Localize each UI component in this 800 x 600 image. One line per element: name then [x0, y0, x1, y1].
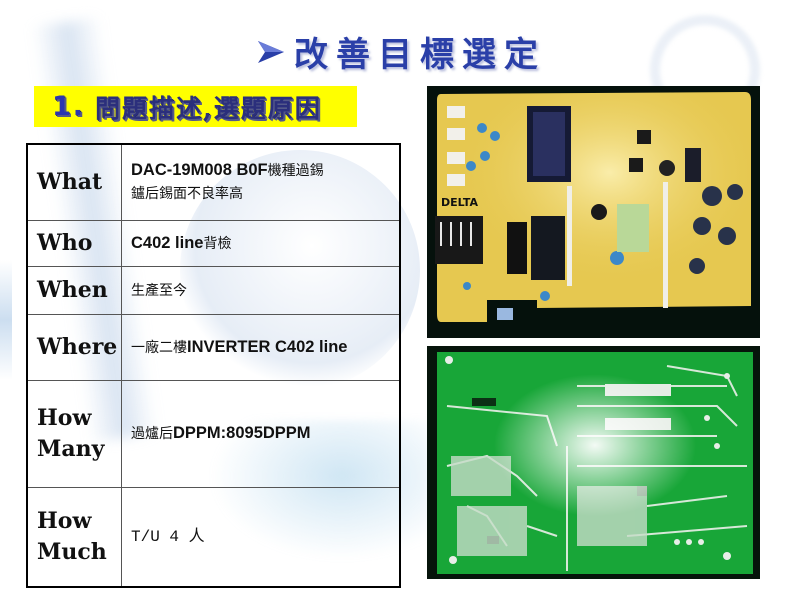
row-value: C402 line背檢 [121, 219, 401, 267]
table-row-when: When 生產至今 [26, 265, 401, 315]
value-text: 機種過錫 [267, 163, 324, 180]
table-row-who: Who C402 line背檢 [26, 219, 401, 267]
row-label: When [26, 265, 122, 315]
row-value: 一廠二樓INVERTER C402 line [121, 313, 401, 381]
row-value: 過爐后DPPM:8095DPPM [121, 379, 401, 488]
pcb-solder-side-photo [427, 346, 760, 579]
problem-description-table: What DAC-19M008 B0F機種過錫 鑪后錫面不良率高 Who C402 li… [26, 143, 401, 588]
value-text: INVERTER C402 line [187, 337, 348, 356]
table-row-how-many: How Many 過爐后DPPM:8095DPPM [26, 379, 401, 488]
table-row-where: Where 一廠二樓INVERTER C402 line [26, 313, 401, 381]
arrow-bullet-icon [256, 36, 286, 66]
row-label: How Much [26, 486, 122, 588]
background-edge-stripe [0, 260, 12, 380]
section-heading: 問題描述,選題原因 [95, 93, 322, 123]
value-text: 生產至今 [131, 282, 187, 299]
row-label: How Many [26, 379, 122, 488]
table-row-what: What DAC-19M008 B0F機種過錫 鑪后錫面不良率高 [26, 143, 401, 221]
value-text: T/U 4 人 [131, 528, 205, 547]
row-label: Where [26, 313, 122, 381]
table-row-how-much: How Much T/U 4 人 [26, 486, 401, 588]
section-banner: 1. 問題描述,選題原因 [34, 86, 357, 127]
row-value: DAC-19M008 B0F機種過錫鑪后錫面不良率高 [121, 143, 401, 221]
value-text: 一廠二樓 [131, 339, 187, 356]
value-text: 背檢 [203, 235, 232, 252]
value-text: DAC-19M008 B0F [131, 161, 268, 180]
row-value: T/U 4 人 [121, 486, 401, 588]
slide-title-text: 改善目標選定 [294, 34, 546, 75]
value-text: C402 line [131, 233, 204, 252]
pcb-brand-label: DELTA [441, 196, 478, 209]
row-value: 生產至今 [121, 265, 401, 315]
value-text: DPPM:8095DPPM [173, 424, 311, 442]
row-label: What [26, 143, 122, 221]
pcb-component-side-photo: DELTA [427, 86, 760, 338]
slide-title: 改善目標選定 [256, 28, 546, 75]
row-label: Who [26, 219, 122, 267]
section-number: 1. [52, 91, 86, 122]
value-text: 過爐后 [131, 426, 173, 442]
value-text: 鑪后錫面不良率高 [131, 186, 243, 203]
